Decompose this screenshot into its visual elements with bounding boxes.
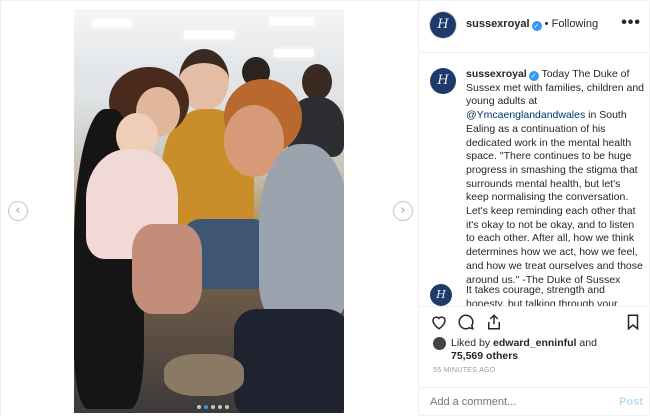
likes-text: Liked by edward_enninful and 75,569 othe… <box>451 337 650 363</box>
header-separator: • <box>544 18 549 30</box>
liker-username-link[interactable]: edward_enninful <box>493 337 576 349</box>
media-area: ‹ › <box>1 1 419 416</box>
others-count-link[interactable]: 75,569 others <box>451 350 518 362</box>
and-label: and <box>579 337 597 349</box>
post-side-panel: H sussexroyal ✓ • Following ••• H sussexr… <box>419 1 650 416</box>
handbag <box>164 354 244 396</box>
comment-avatar[interactable]: H <box>430 284 452 306</box>
photo-light <box>274 49 314 57</box>
carousel-dot <box>211 405 215 409</box>
more-options-icon[interactable]: ••• <box>621 14 641 32</box>
verified-badge-icon: ✓ <box>528 71 539 81</box>
profile-username-link[interactable]: sussexroyal <box>466 18 530 30</box>
carousel-dot-active <box>204 405 208 409</box>
instagram-post: ‹ › H sussexroyal ✓ • Following ••• H sus… <box>0 0 650 416</box>
post-timestamp[interactable]: 55 MINUTES AGO <box>433 367 496 374</box>
profile-avatar[interactable]: H <box>430 12 456 38</box>
add-comment-bar: Post <box>419 387 650 416</box>
carousel-dot <box>218 405 222 409</box>
post-comment-button[interactable]: Post <box>619 396 643 408</box>
man-jacket <box>259 144 344 319</box>
caption-avatar[interactable]: H <box>430 68 456 94</box>
caption-text-part2: in South Ealing as a continuation of his… <box>466 109 643 286</box>
photo-light <box>269 17 314 25</box>
share-icon[interactable] <box>485 313 503 331</box>
carousel-prev-button[interactable]: ‹ <box>8 201 28 221</box>
liker-avatar[interactable] <box>433 337 446 350</box>
baby-blanket <box>132 224 202 314</box>
carousel-dot <box>225 405 229 409</box>
bookmark-icon[interactable] <box>624 313 642 331</box>
post-header: H sussexroyal ✓ • Following ••• <box>419 1 650 53</box>
caption-username-link[interactable]: sussexroyal <box>466 68 527 80</box>
man-trousers <box>234 309 344 413</box>
post-photo[interactable] <box>74 9 344 413</box>
carousel-dots <box>197 405 229 409</box>
heart-icon[interactable] <box>430 313 448 331</box>
photo-light <box>92 19 132 27</box>
following-button[interactable]: Following <box>552 18 598 30</box>
comment-icon[interactable] <box>457 313 475 331</box>
post-caption: sussexroyal ✓ Today The Duke of Sussex me… <box>466 68 644 287</box>
photo-light <box>184 31 234 39</box>
liked-by-label: Liked by <box>451 337 491 349</box>
header-text: sussexroyal ✓ • Following <box>466 18 598 31</box>
action-bar <box>419 306 650 336</box>
comment-input[interactable] <box>430 396 600 408</box>
verified-badge-icon: ✓ <box>531 21 542 31</box>
comment-text: It takes courage, strength and honesty, … <box>466 284 618 306</box>
carousel-dot <box>197 405 201 409</box>
caption-mention-link[interactable]: @Ymcaenglandandwales <box>466 109 585 121</box>
background-person <box>302 64 332 100</box>
carousel-next-button[interactable]: › <box>393 201 413 221</box>
